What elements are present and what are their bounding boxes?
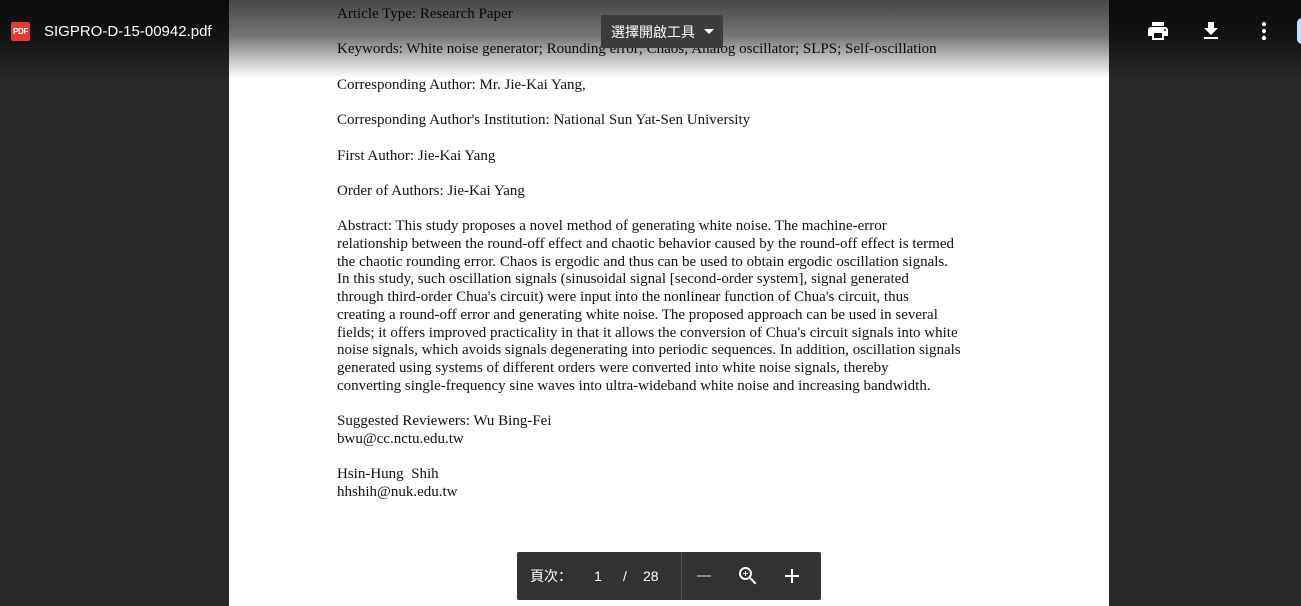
order-of-authors: Order of Authors: Jie-Kai Yang — [337, 182, 525, 199]
pdf-page: Article Type: Research Paper Keywords: W… — [229, 0, 1109, 606]
abstract: Abstract: This study proposes a novel me… — [337, 218, 1017, 395]
reviewer-line: Suggested Reviewers: Wu Bing-Fei — [337, 413, 552, 430]
page-number-input[interactable]: 1 — [585, 568, 611, 584]
file-title-area: PDF SIGPRO-D-15-00942.pdf — [11, 21, 212, 41]
zoom-out-icon — [697, 575, 711, 577]
fit-zoom-icon — [739, 567, 757, 585]
first-author: First Author: Jie-Kai Yang — [337, 147, 496, 164]
corresponding-author: Corresponding Author: Mr. Jie-Kai Yang, — [337, 76, 586, 93]
abstract-line: creating a round-off error and generatin… — [337, 306, 938, 323]
download-icon — [1204, 22, 1218, 39]
pdf-file-icon: PDF — [11, 21, 30, 41]
abstract-line: converting single-frequency sine waves i… — [337, 377, 931, 394]
zoom-in-icon — [785, 569, 799, 583]
page-separator: / — [623, 568, 627, 584]
page-zoom-toolbar: 頁次： 1 / 28 — [517, 552, 821, 600]
abstract-line: generated using systems of different ord… — [337, 359, 889, 376]
abstract-line: In this study, such oscillation signals … — [337, 271, 909, 288]
caret-down-icon — [704, 29, 714, 34]
total-pages: 28 — [643, 568, 659, 584]
fit-zoom-button[interactable] — [726, 552, 770, 600]
more-options-button[interactable] — [1249, 16, 1279, 46]
open-with-label: 選擇開啟工具 — [611, 23, 695, 40]
abstract-line: through third-order Chua's circuit) were… — [337, 289, 909, 306]
reviewer-email: bwu@cc.nctu.edu.tw — [337, 430, 464, 447]
abstract-line: the chaotic rounding error. Chaos is erg… — [337, 253, 948, 270]
reviewer-line: Hsin-Hung Shih — [337, 466, 439, 483]
document-text: Article Type: Research Paper Keywords: W… — [337, 6, 1017, 502]
abstract-line: Abstract: This study proposes a novel me… — [337, 218, 887, 235]
reviewer-email: hhshih@nuk.edu.tw — [337, 483, 458, 500]
suggested-reviewers: Suggested Reviewers: Wu Bing-Fei bwu@cc.… — [337, 413, 1017, 502]
abstract-line: fields; it offers improved practicality … — [337, 324, 958, 341]
avatar[interactable] — [1297, 18, 1301, 44]
abstract-line: relationship between the round-off effec… — [337, 236, 954, 253]
abstract-line: noise signals, which avoids signals dege… — [337, 342, 961, 359]
download-button[interactable] — [1196, 16, 1226, 46]
open-with-button[interactable]: 選擇開啟工具 — [601, 15, 723, 48]
zoom-out-button[interactable] — [682, 552, 726, 600]
print-button[interactable] — [1143, 16, 1173, 46]
zoom-in-button[interactable] — [770, 552, 814, 600]
institution: Corresponding Author's Institution: Nati… — [337, 112, 751, 129]
file-name: SIGPRO-D-15-00942.pdf — [44, 22, 212, 40]
more-vert-icon — [1261, 21, 1267, 41]
print-icon — [1148, 22, 1168, 40]
page-label: 頁次： — [530, 568, 572, 584]
